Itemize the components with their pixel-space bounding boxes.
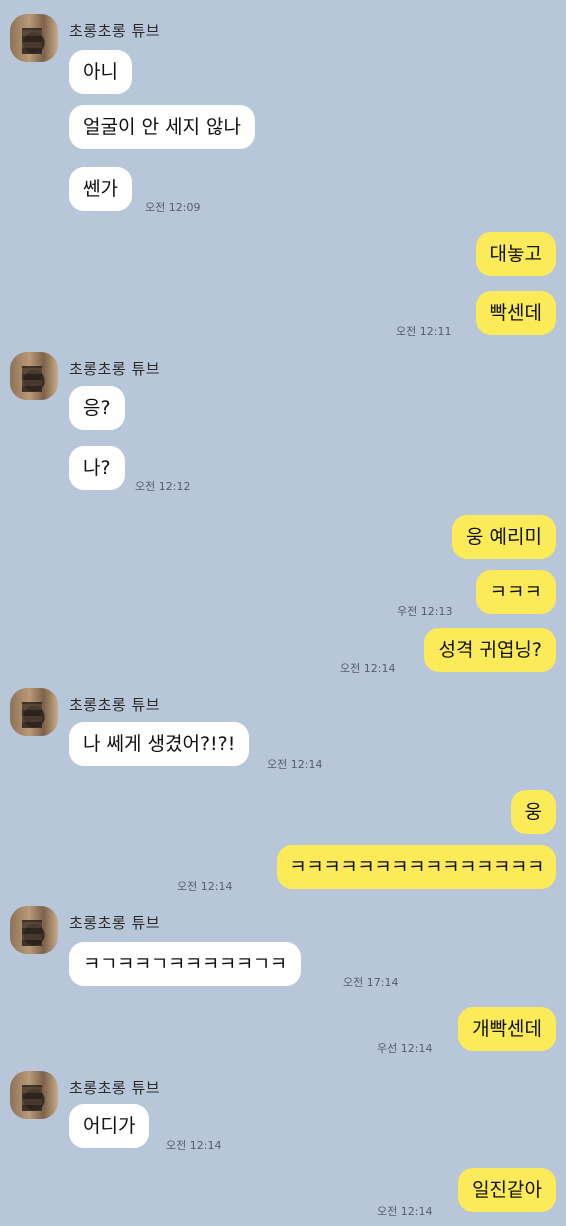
incoming-message-bubble[interactable]: 나 쎄게 생겼어?!?! [69, 722, 250, 766]
sender-avatar[interactable] [10, 688, 58, 736]
sender-name: 초롱초롱 튜브 [69, 360, 161, 378]
message-timestamp: 우선 12:14 [377, 1042, 433, 1055]
incoming-message-bubble[interactable]: 어디가 [69, 1104, 150, 1148]
outgoing-message-bubble[interactable]: ㅋㅋㅋ [475, 570, 556, 614]
message-timestamp: 오전 12:11 [396, 325, 452, 338]
outgoing-message-bubble[interactable]: 일진같아 [458, 1168, 556, 1212]
sender-name: 초롱초롱 튜브 [69, 1079, 161, 1097]
outgoing-message-bubble[interactable]: 대놓고 [475, 232, 556, 276]
message-timestamp: 오전 17:14 [343, 976, 399, 989]
outgoing-message-bubble[interactable]: ㅋㅋㅋㅋㅋㅋㅋㅋㅋㅋㅋㅋㅋㅋㅋ [277, 845, 556, 889]
message-timestamp: 오전 12:14 [267, 758, 323, 771]
sender-avatar[interactable] [10, 906, 58, 954]
message-timestamp: 오전 12:14 [377, 1205, 433, 1218]
incoming-message-bubble[interactable]: ㅋㄱㅋㅋㄱㅋㅋㅋㅋㅋㄱㅋ [69, 942, 301, 986]
message-timestamp: 오전 12:14 [340, 662, 396, 675]
outgoing-message-bubble[interactable]: 성격 귀엽닝? [424, 628, 556, 672]
outgoing-message-bubble[interactable]: 웅 [510, 790, 556, 834]
message-timestamp: 오전 12:09 [145, 201, 201, 214]
sender-name: 초롱초롱 튜브 [69, 696, 161, 714]
sender-name: 초롱초롱 튜브 [69, 22, 161, 40]
sender-avatar[interactable] [10, 352, 58, 400]
outgoing-message-bubble[interactable]: 빡센데 [475, 291, 556, 335]
outgoing-message-bubble[interactable]: 개빡센데 [458, 1007, 556, 1051]
message-timestamp: 우전 12:13 [397, 605, 453, 618]
sender-name: 초롱초롱 튜브 [69, 914, 161, 932]
incoming-message-bubble[interactable]: 얼굴이 안 세지 않나 [69, 105, 255, 149]
message-timestamp: 오전 12:14 [177, 880, 233, 893]
sender-avatar[interactable] [10, 14, 58, 62]
message-timestamp: 오전 12:12 [135, 480, 191, 493]
incoming-message-bubble[interactable]: 응? [69, 386, 125, 430]
incoming-message-bubble[interactable]: 아니 [69, 50, 132, 94]
incoming-message-bubble[interactable]: 쎈가 [69, 167, 132, 211]
outgoing-message-bubble[interactable]: 웅 예리미 [452, 515, 556, 559]
sender-avatar[interactable] [10, 1071, 58, 1119]
incoming-message-bubble[interactable]: 나? [69, 446, 125, 490]
message-timestamp: 오전 12:14 [166, 1139, 222, 1152]
